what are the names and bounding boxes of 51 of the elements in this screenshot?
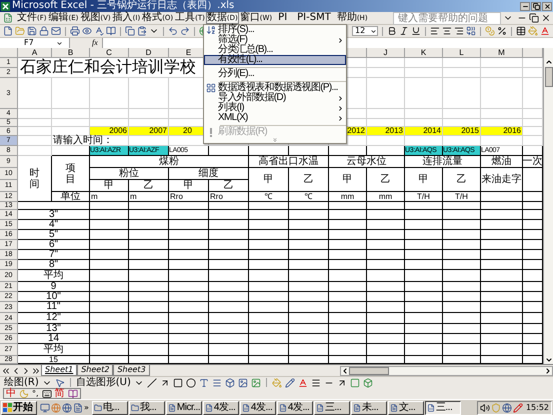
- sheet-cell: 9: [18, 282, 90, 292]
- sheet-cell: 5": [18, 230, 90, 240]
- sheet-cell: 11": [18, 302, 90, 313]
- sheet-cell: 细度: [169, 168, 249, 180]
- sheet-cell: 2013: [367, 127, 405, 136]
- sheet-cell: 甲: [405, 168, 443, 192]
- sheet-cell: m: [90, 192, 129, 202]
- sheet-cell: 13": [18, 324, 90, 334]
- sheet-cell: 7": [18, 250, 90, 260]
- sheet-cell: 甲: [90, 180, 129, 192]
- sheet-cell: Rro: [209, 192, 249, 202]
- sheet-cell: 乙: [367, 168, 405, 192]
- sheet-cell: 2006: [90, 127, 129, 136]
- sheet-cell: 乙: [209, 180, 249, 192]
- sheet-cell: 8": [18, 260, 90, 270]
- sheet-cell: 平均: [18, 344, 90, 356]
- sheet-cell: 时间: [18, 156, 52, 202]
- sheet-cell: 乙: [443, 168, 481, 192]
- sheet-cell: ℃: [289, 192, 329, 202]
- sheet-cell: 项目: [52, 156, 90, 192]
- sheet-cell: 6": [18, 240, 90, 250]
- sheet-cell: 12": [18, 313, 90, 324]
- sheet-cell: 甲: [329, 168, 367, 192]
- sheet-cell: 燃油: [481, 156, 523, 168]
- sheet-cell: 2007: [129, 127, 169, 136]
- sheet-cell: 甲: [169, 180, 209, 192]
- sheet-cell: mm: [329, 192, 367, 202]
- sheet-cell: 粉位: [90, 168, 169, 180]
- sheet-cell: 连排流量: [405, 156, 481, 168]
- sheet-cell: 甲: [249, 168, 289, 192]
- sheet-cell: m: [129, 192, 169, 202]
- sheet-cell: 3": [18, 210, 90, 220]
- sheet-cell: mm: [367, 192, 405, 202]
- sheet-cell: 乙: [289, 168, 329, 192]
- sheet-cell: 2014: [405, 127, 443, 136]
- sheet-cell: 2015: [443, 127, 481, 136]
- sheet-cell: 4": [18, 220, 90, 230]
- sheet-cell: ℃: [249, 192, 289, 202]
- sheet-cell: 平均: [18, 270, 90, 282]
- sheet-cell: 2016: [481, 127, 523, 136]
- sheet-cell: 来油走字: [481, 168, 523, 192]
- sheet-cell: 高省出口水温: [249, 156, 329, 168]
- sheet-cell: 煤粉: [90, 156, 249, 168]
- sheet-cell: 乙: [129, 180, 169, 192]
- sheet-cell: T/H: [405, 192, 443, 202]
- sheet-cell: Rro: [169, 192, 209, 202]
- sheet-cell: 10": [18, 292, 90, 302]
- sheet-cell: T/H: [443, 192, 481, 202]
- sheet-cell: 云母水位: [329, 156, 405, 168]
- clock: 15:52: [526, 404, 549, 412]
- sheet-cell: 14: [18, 334, 90, 344]
